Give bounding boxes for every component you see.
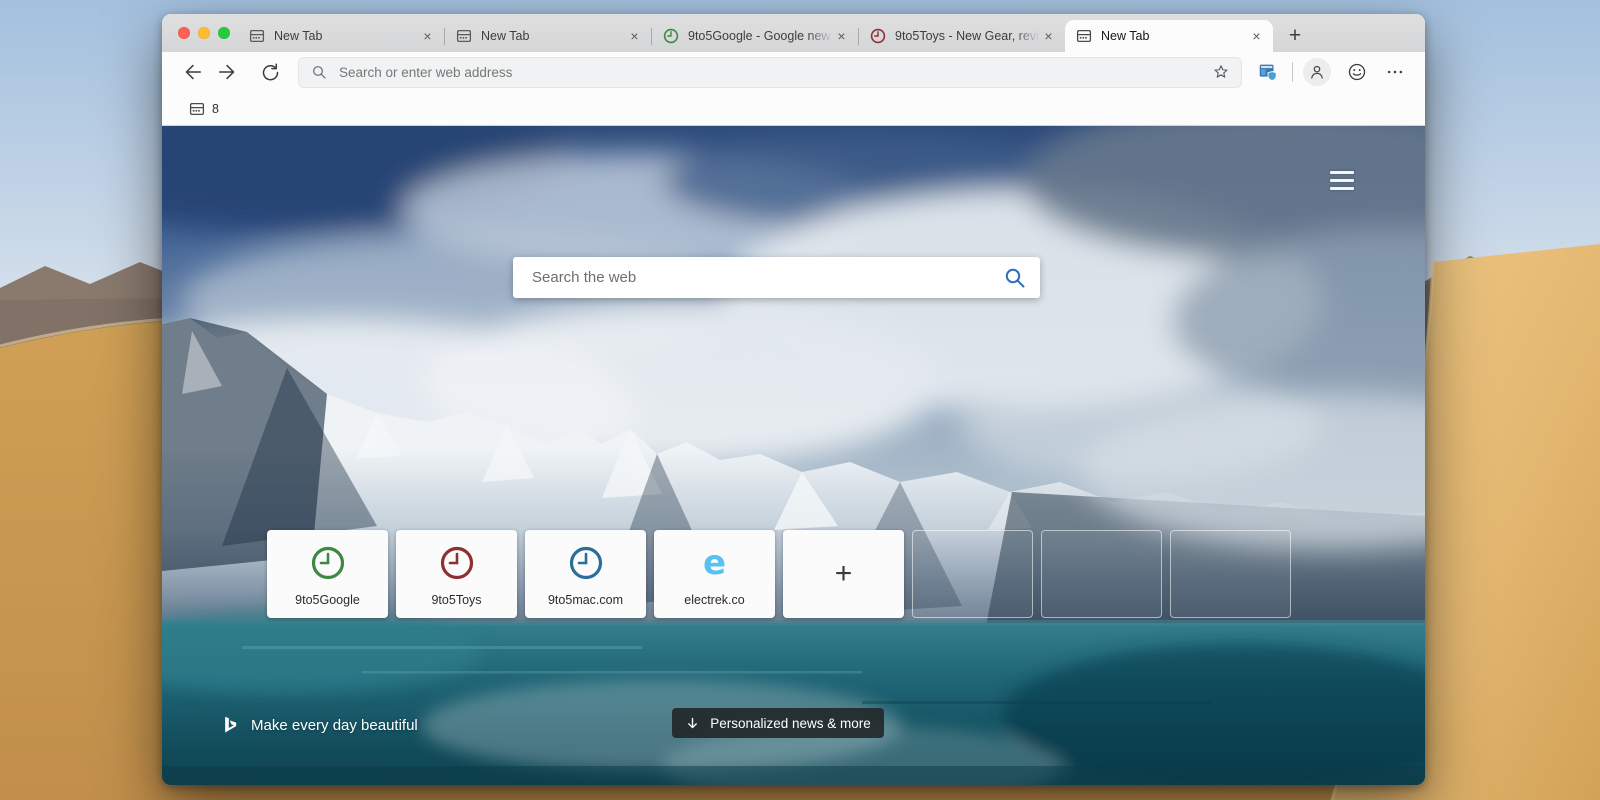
top-site-label: 9to5Google: [295, 593, 360, 607]
clock-icon-red: [439, 545, 475, 581]
clock-icon-blue: [568, 545, 604, 581]
tab-close-icon[interactable]: ×: [833, 28, 850, 45]
top-site-electrek[interactable]: e electrek.co: [654, 530, 775, 618]
tab-9to5google[interactable]: 9to5Google - Google new ×: [652, 20, 858, 52]
star-icon: [1214, 65, 1228, 78]
tab-title: 9to5Google - Google new: [688, 29, 831, 43]
tab-close-icon[interactable]: ×: [1248, 28, 1265, 45]
tab-9to5toys[interactable]: 9to5Toys - New Gear, revi ×: [859, 20, 1065, 52]
top-sites: 9to5Google 9to5Toys 9to5mac.com e electr…: [267, 530, 1291, 618]
address-input[interactable]: [337, 63, 1207, 81]
web-search-input[interactable]: [530, 268, 1000, 287]
reload-button[interactable]: [256, 58, 284, 86]
forward-button[interactable]: [214, 58, 242, 86]
web-search-box[interactable]: [513, 257, 1040, 298]
newtab-window-icon: [249, 29, 265, 43]
newtab-window-icon: [456, 29, 472, 43]
electrek-e-logo: e: [702, 543, 727, 583]
reload-icon: [262, 63, 278, 80]
top-site-label: electrek.co: [684, 593, 745, 607]
tab-title: New Tab: [1101, 29, 1150, 43]
new-tab-button[interactable]: +: [1280, 21, 1310, 51]
clock-icon-red: [870, 28, 886, 44]
favorites-bar: 8: [162, 92, 1425, 126]
browser-window: New Tab × New Tab × 9to5Google - Google …: [162, 14, 1425, 785]
search-icon: [313, 66, 326, 79]
hamburger-icon: [1330, 171, 1354, 174]
favorites-bar-item[interactable]: 8: [183, 97, 225, 121]
minimize-window-button[interactable]: [198, 27, 210, 39]
top-site-label: 9to5mac.com: [547, 593, 624, 607]
ellipsis-icon: [1387, 70, 1403, 74]
newtab-background-image: [162, 126, 1425, 785]
tab-title: New Tab: [274, 29, 323, 43]
down-arrow-icon: [688, 717, 698, 728]
forward-icon: [218, 64, 235, 80]
toolbar: [162, 52, 1425, 92]
address-bar[interactable]: [298, 56, 1242, 88]
desktop: New Tab × New Tab × 9to5Google - Google …: [0, 0, 1600, 800]
top-site-9to5google[interactable]: 9to5Google: [267, 530, 388, 618]
clock-icon-green: [663, 28, 679, 44]
tabs: New Tab × New Tab × 9to5Google - Google …: [238, 20, 1310, 52]
top-site-9to5toys[interactable]: 9to5Toys: [396, 530, 517, 618]
add-top-site-button[interactable]: +: [783, 530, 904, 618]
newtab-window-icon: [189, 102, 205, 115]
personalized-news-label: Personalized news & more: [710, 715, 871, 731]
toolbar-separator: [1292, 62, 1293, 82]
wallpaper-credit: Make every day beautiful: [220, 714, 418, 736]
plus-icon: +: [834, 557, 853, 590]
wallpaper-tagline: Make every day beautiful: [251, 716, 418, 734]
page-menu-button[interactable]: [1330, 171, 1354, 190]
tab-close-icon[interactable]: ×: [419, 28, 436, 45]
search-submit-button[interactable]: [1000, 263, 1030, 293]
tab-title: 9to5Toys - New Gear, revi: [895, 29, 1039, 43]
feedback-button[interactable]: [1343, 58, 1371, 86]
empty-top-site-slot: [1041, 530, 1162, 618]
tab-close-icon[interactable]: ×: [626, 28, 643, 45]
empty-top-site-slot: [912, 530, 1033, 618]
favorites-item-label: 8: [212, 101, 219, 116]
traffic-lights: [178, 27, 230, 39]
tab-new-tab-2[interactable]: New Tab ×: [445, 20, 651, 52]
tab-strip: New Tab × New Tab × 9to5Google - Google …: [162, 14, 1425, 52]
close-window-button[interactable]: [178, 27, 190, 39]
tab-title: New Tab: [481, 29, 530, 43]
back-icon: [185, 64, 202, 80]
empty-top-site-slot: [1170, 530, 1291, 618]
top-site-9to5mac[interactable]: 9to5mac.com: [525, 530, 646, 618]
settings-more-button[interactable]: [1381, 58, 1409, 86]
new-tab-page: 9to5Google 9to5Toys: [162, 126, 1425, 785]
tab-close-icon[interactable]: ×: [1040, 28, 1057, 45]
magnifier-icon: [1005, 268, 1025, 287]
clock-icon-green: [310, 545, 346, 581]
top-site-label: 9to5Toys: [431, 593, 482, 607]
smiley-icon: [1348, 63, 1366, 81]
back-button[interactable]: [178, 58, 206, 86]
personalized-news-button[interactable]: Personalized news & more: [672, 708, 884, 738]
person-icon: [1311, 65, 1323, 79]
collections-button[interactable]: [1254, 58, 1282, 86]
newtab-window-icon: [1076, 29, 1092, 43]
zoom-window-button[interactable]: [218, 27, 230, 39]
tab-new-tab-1[interactable]: New Tab ×: [238, 20, 444, 52]
collections-shield-icon: [1259, 64, 1277, 82]
favorite-star-button[interactable]: [1207, 58, 1235, 86]
profile-button[interactable]: [1303, 58, 1331, 86]
tab-new-tab-active[interactable]: New Tab ×: [1065, 20, 1273, 52]
bing-logo-icon: [225, 716, 237, 733]
